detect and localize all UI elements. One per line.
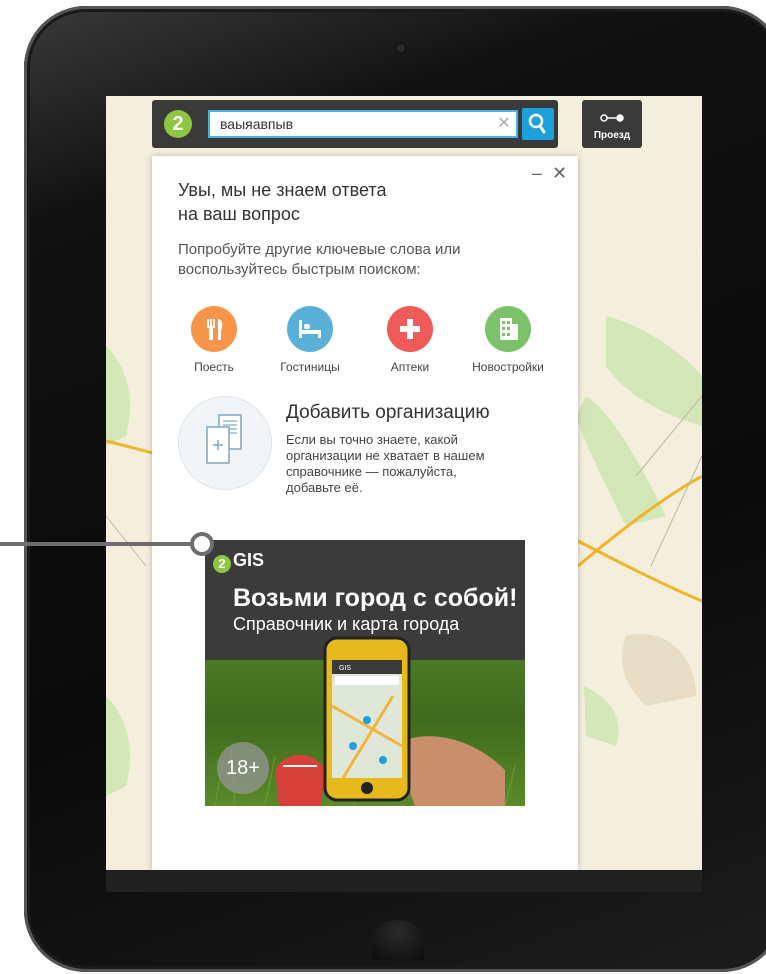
category-hotels[interactable]: Гостиницы (262, 306, 358, 374)
route-button[interactable]: Проезд (582, 100, 642, 148)
route-label: Проезд (593, 130, 631, 141)
building-icon (485, 306, 531, 352)
screen: 2 ✕ Проезд – ✕ Увы, мы не знаем ответа н… (106, 96, 702, 870)
add-organization-title[interactable]: Добавить организацию (286, 402, 490, 424)
category-eat[interactable]: Поесть (166, 306, 262, 374)
ad-banner[interactable]: 2 GIS Возьми город с собой! Справочник и … (205, 540, 525, 806)
screen-bezel-bottom (106, 870, 702, 892)
category-label: Аптеки (390, 360, 430, 374)
ad-subheadline: Справочник и карта города (233, 614, 460, 634)
callout-line (0, 542, 196, 546)
search-input[interactable] (208, 110, 518, 138)
search-bar: 2 ✕ (152, 100, 558, 148)
no-results-title: Увы, мы не знаем ответа на ваш вопрос (178, 180, 387, 224)
add-document-icon (206, 414, 242, 464)
ad-headline: Возьми город с собой! (233, 584, 518, 612)
add-organization-text: Если вы точно знаете, какой организации … (286, 432, 485, 495)
search-icon (528, 113, 546, 134)
add-organization-button[interactable] (178, 396, 272, 490)
app-logo[interactable]: 2 (164, 110, 192, 138)
bed-icon (287, 306, 333, 352)
fork-knife-icon (191, 306, 237, 352)
category-label: Гостиницы (280, 360, 340, 374)
search-button[interactable] (522, 108, 554, 140)
age-rating-badge: 18+ (217, 742, 269, 794)
cross-icon (387, 306, 433, 352)
results-panel: – ✕ Увы, мы не знаем ответа на ваш вопро… (152, 156, 578, 870)
phone-app-logo: GIS (339, 665, 351, 672)
clear-search-icon[interactable]: ✕ (494, 112, 514, 136)
category-new-buildings[interactable]: Новостройки (460, 306, 556, 374)
category-pharmacies[interactable]: Аптеки (362, 306, 458, 374)
route-icon (600, 114, 624, 122)
minimize-icon[interactable]: – (532, 164, 542, 182)
ad-logo: 2 GIS (213, 550, 264, 573)
no-results-hint: Попробуйте другие ключевые слова или вос… (178, 241, 461, 278)
phone-image: GIS (323, 636, 411, 802)
close-icon[interactable]: ✕ (552, 164, 567, 182)
callout-dot (190, 532, 214, 556)
category-label: Поесть (194, 360, 234, 374)
camera-dot (397, 44, 405, 52)
home-button[interactable] (372, 920, 424, 960)
category-label: Новостройки (472, 360, 544, 374)
